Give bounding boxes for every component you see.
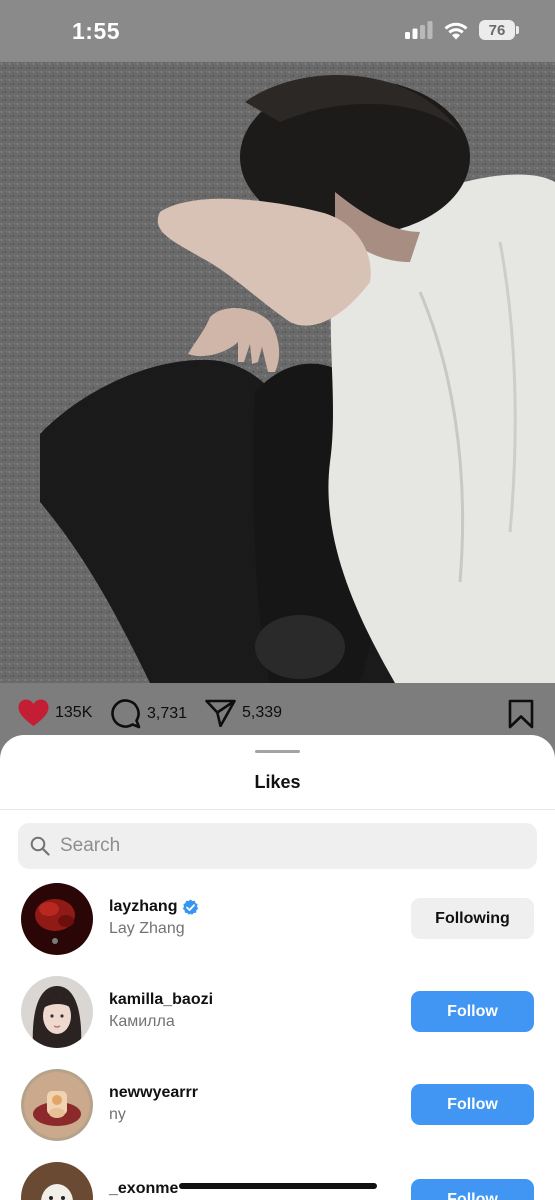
status-time: 1:55: [72, 18, 121, 44]
like-action[interactable]: 135K: [18, 699, 92, 727]
heart-icon[interactable]: [18, 699, 49, 727]
username-text[interactable]: kamilla_baozi: [109, 991, 213, 1009]
comment-action[interactable]: 3,731: [111, 699, 187, 729]
post-image: [0, 62, 555, 683]
post-photo[interactable]: [0, 62, 555, 683]
avatar[interactable]: [21, 1162, 93, 1200]
username-text[interactable]: layzhang: [109, 898, 177, 916]
username-text[interactable]: newwyearrr: [109, 1084, 198, 1102]
full-name: ny: [109, 1106, 126, 1123]
follow-button[interactable]: Follow: [411, 1084, 534, 1125]
status-bar: 1:55 76: [0, 0, 555, 62]
username-text[interactable]: _exonme: [109, 1180, 178, 1198]
sheet-grab-handle[interactable]: [255, 750, 300, 753]
full-name: Камилла: [109, 1013, 175, 1030]
search-icon: [30, 836, 50, 856]
username[interactable]: kamilla_baozi: [109, 991, 213, 1009]
list-item[interactable]: newwyearrr ny Follow: [0, 1069, 555, 1162]
follow-button[interactable]: Follow: [411, 991, 534, 1032]
status-icons: 76: [405, 20, 519, 40]
wifi-icon: [444, 22, 468, 39]
following-button[interactable]: Following: [411, 898, 534, 939]
username[interactable]: _exonme: [109, 1180, 178, 1198]
shares-count[interactable]: 5,339: [242, 704, 282, 722]
send-icon[interactable]: [205, 699, 236, 727]
username[interactable]: layzhang: [109, 898, 199, 916]
cellular-signal-icon: [405, 21, 433, 39]
search-placeholder[interactable]: Search: [60, 835, 120, 857]
list-item[interactable]: _exonme Follow: [0, 1162, 555, 1200]
avatar[interactable]: [21, 883, 93, 955]
verified-badge-icon: [183, 899, 199, 915]
follow-button[interactable]: Follow: [411, 1179, 534, 1200]
likes-count[interactable]: 135K: [55, 704, 92, 722]
comments-count[interactable]: 3,731: [147, 705, 187, 723]
battery-icon: 76: [479, 20, 519, 40]
likes-sheet: Likes Search layzhang Lay Zhang Followin…: [0, 735, 555, 1200]
home-indicator: [179, 1183, 377, 1189]
bookmark-icon[interactable]: [508, 699, 534, 729]
sheet-title: Likes: [254, 772, 301, 792]
avatar[interactable]: [21, 1069, 93, 1141]
comment-bubble-icon[interactable]: [111, 699, 141, 729]
list-item[interactable]: layzhang Lay Zhang Following: [0, 883, 555, 976]
search-input[interactable]: Search: [18, 823, 537, 869]
username[interactable]: newwyearrr: [109, 1084, 198, 1102]
list-item[interactable]: kamilla_baozi Камилла Follow: [0, 976, 555, 1069]
share-action[interactable]: 5,339: [205, 699, 282, 727]
avatar[interactable]: [21, 976, 93, 1048]
battery-level: 76: [488, 21, 506, 39]
divider: [0, 809, 555, 810]
save-action[interactable]: [508, 699, 534, 729]
full-name: Lay Zhang: [109, 920, 185, 937]
